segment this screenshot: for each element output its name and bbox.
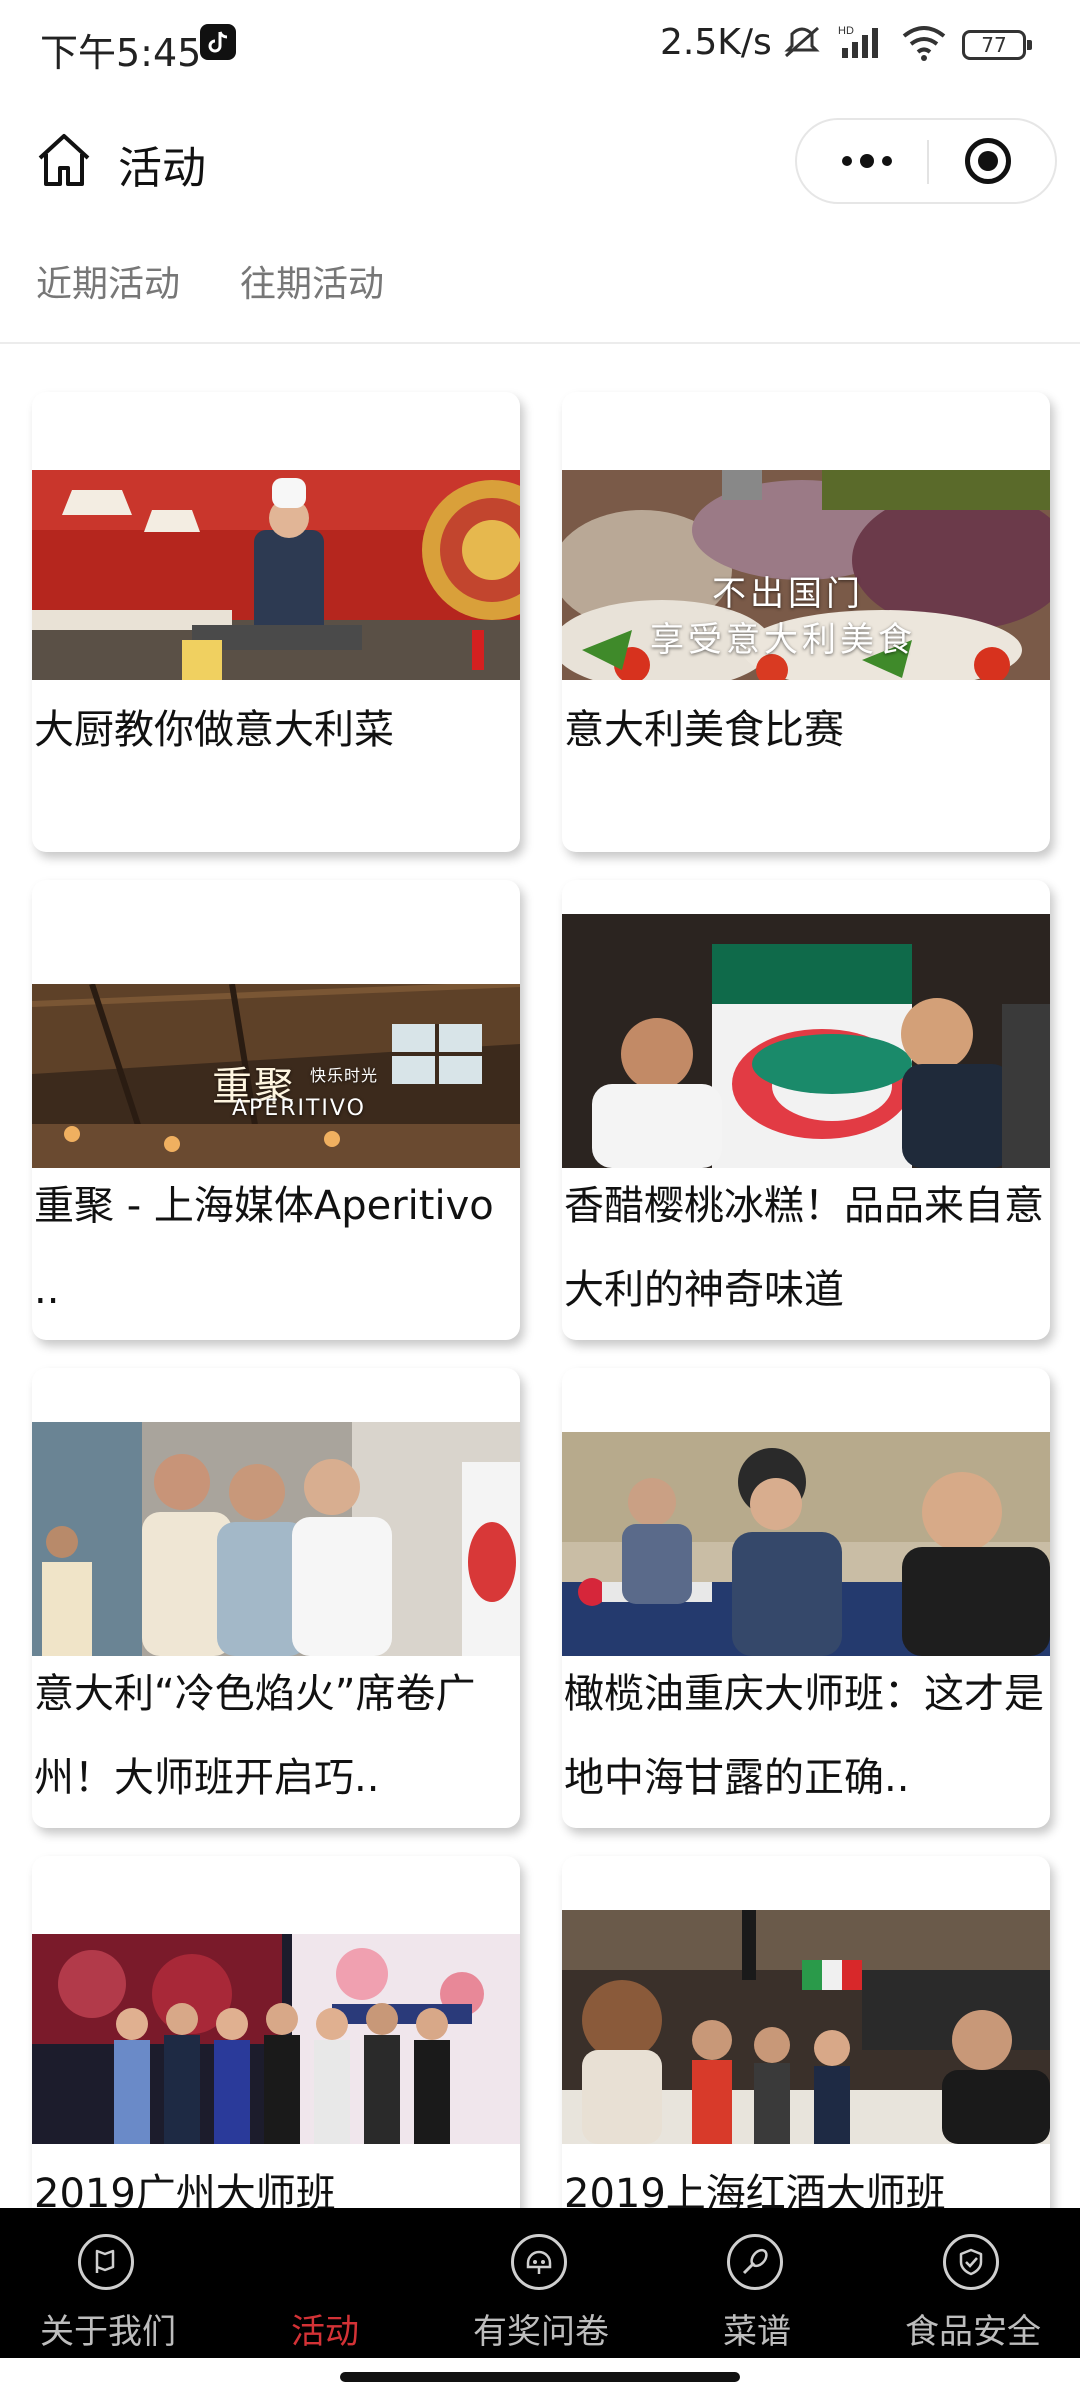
status-bar: 下午5:45 2.5K/s HD 77 <box>0 0 1080 90</box>
nav-bar: 活动 <box>0 100 1080 220</box>
home-icon[interactable] <box>34 130 94 190</box>
card-title: 意大利美食比赛 <box>564 707 844 753</box>
tabbar-label: 有奖问卷 <box>473 2312 609 2352</box>
gesture-area <box>0 2358 1080 2400</box>
card-image <box>32 1422 520 1656</box>
card-title: 重聚 - 上海媒体Aperitivo .. <box>34 1183 494 1313</box>
card-title: 2019上海红酒大师班 <box>564 2171 946 2208</box>
miniprogram-capsule <box>795 118 1057 204</box>
shield-check-icon <box>943 2234 999 2290</box>
image-overlay-text: 不出国门 <box>712 574 864 614</box>
card-image <box>32 470 520 680</box>
mute-icon <box>780 22 824 66</box>
activity-card[interactable]: 橄榄油重庆大师班：这才是地中海甘露的正确.. <box>562 1368 1050 1828</box>
bottom-tab-bar: 关于我们 活动 有奖问卷 菜谱 食品安全 <box>0 2208 1080 2358</box>
card-image: 不出国门 享受意大利美食 <box>562 470 1050 690</box>
svg-text:HD: HD <box>838 25 854 37</box>
page-title: 活动 <box>118 143 206 194</box>
activity-card[interactable]: 2019上海红酒大师班 <box>562 1856 1050 2208</box>
image-overlay-text: APERITIVO <box>232 1096 366 1121</box>
activity-card[interactable]: 大厨教你做意大利菜 <box>32 392 520 852</box>
card-image <box>562 1432 1050 1656</box>
card-title: 2019广州大师班 <box>34 2171 336 2208</box>
activity-card[interactable]: 意大利“冷色焰火”席卷广州！大师班开启巧.. <box>32 1368 520 1828</box>
whisk-icon <box>727 2234 783 2290</box>
card-title: 香醋樱桃冰糕！品品来自意大利的神奇味道 <box>564 1183 1044 1313</box>
activity-grid: 大厨教你做意大利菜 不出国门 享受意大利美食 意大利美食比赛 重聚 快乐时光 A… <box>0 344 1080 2208</box>
card-title: 橄榄油重庆大师班：这才是地中海甘露的正确.. <box>564 1671 1044 1801</box>
activity-tabs: 近期活动 往期活动 <box>0 255 1080 343</box>
tabbar-label: 食品安全 <box>905 2312 1041 2352</box>
more-icon[interactable] <box>817 120 917 202</box>
image-overlay-text: 享受意大利美食 <box>650 620 916 660</box>
tab-past[interactable]: 往期活动 <box>240 255 384 307</box>
activity-card[interactable]: 2019广州大师班 <box>32 1856 520 2208</box>
tabbar-item-recipes[interactable]: 菜谱 <box>657 2208 857 2358</box>
capsule-divider <box>927 140 929 184</box>
image-overlay-text: 快乐时光 <box>310 1066 379 1085</box>
home-indicator[interactable] <box>340 2372 740 2382</box>
wifi-icon <box>900 22 948 66</box>
card-image <box>32 1934 520 2144</box>
flag-icon <box>78 2234 134 2290</box>
tabbar-item-activity[interactable]: 活动 <box>225 2208 425 2358</box>
tabbar-label: 关于我们 <box>40 2312 176 2352</box>
tiktok-icon <box>200 24 236 60</box>
tab-recent[interactable]: 近期活动 <box>36 255 180 307</box>
card-title: 意大利“冷色焰火”席卷广州！大师班开启巧.. <box>34 1671 476 1801</box>
card-image <box>562 1910 1050 2144</box>
card-image: 重聚 快乐时光 APERITIVO <box>32 981 520 1169</box>
card-title: 大厨教你做意大利菜 <box>34 707 394 753</box>
activity-card[interactable]: 重聚 快乐时光 APERITIVO 重聚 - 上海媒体Aperitivo .. <box>32 880 520 1340</box>
status-time: 下午5:45 <box>40 31 202 75</box>
tabbar-item-survey[interactable]: 有奖问卷 <box>441 2208 641 2358</box>
signal-icon: HD <box>838 22 886 66</box>
activity-card[interactable]: 不出国门 享受意大利美食 意大利美食比赛 <box>562 392 1050 852</box>
tabbar-label: 菜谱 <box>723 2312 791 2352</box>
battery-icon: 77 <box>962 30 1032 60</box>
survey-icon <box>511 2234 567 2290</box>
network-speed: 2.5K/s <box>660 22 772 63</box>
tabbar-item-about[interactable]: 关于我们 <box>8 2208 208 2358</box>
tabbar-label: 活动 <box>291 2312 359 2352</box>
card-image <box>562 914 1050 1168</box>
close-miniprogram-icon[interactable] <box>965 138 1011 184</box>
activity-card[interactable]: 香醋樱桃冰糕！品品来自意大利的神奇味道 <box>562 880 1050 1340</box>
tabbar-item-food-safety[interactable]: 食品安全 <box>873 2208 1073 2358</box>
